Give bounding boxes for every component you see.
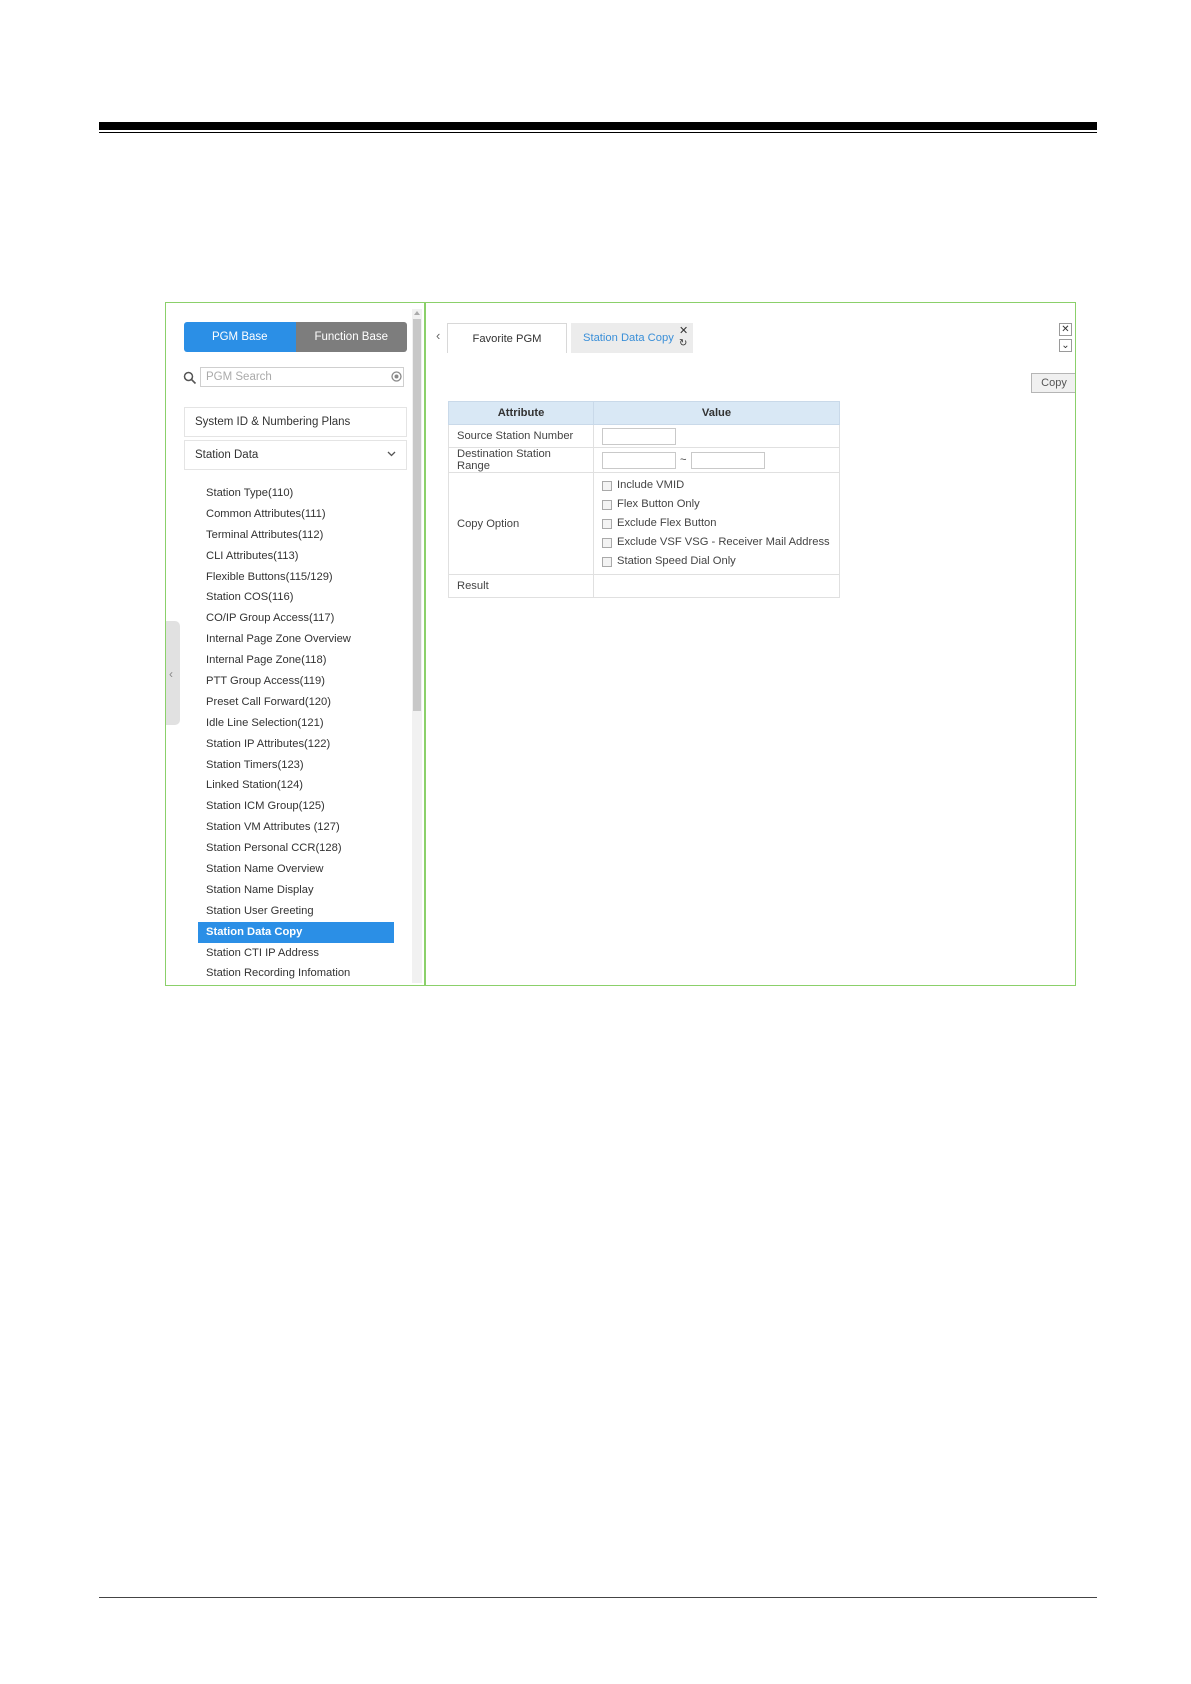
option-exclude-flex-button: Exclude Flex Button bbox=[602, 514, 831, 533]
close-icon[interactable]: ✕ bbox=[1059, 323, 1072, 336]
nav-station-data[interactable]: Station Data bbox=[184, 440, 407, 470]
left-panel: PGM Base Function Base System ID & Numbe… bbox=[166, 303, 424, 985]
list-item[interactable]: Station IP Attributes(122) bbox=[198, 734, 394, 755]
option-label: Include VMID bbox=[617, 479, 685, 491]
option-include-vmid: Include VMID bbox=[602, 476, 831, 495]
app-screenshot-frame: PGM Base Function Base System ID & Numbe… bbox=[165, 302, 1076, 986]
copy-button[interactable]: Copy bbox=[1031, 373, 1075, 393]
chevron-down-icon[interactable]: ⌄ bbox=[1059, 339, 1072, 352]
function-base-button[interactable]: Function Base bbox=[295, 322, 407, 352]
list-item[interactable]: Station VM Attributes (127) bbox=[198, 817, 394, 838]
tab-scroll-left-icon[interactable]: ‹ bbox=[436, 328, 440, 343]
destination-range-end-input[interactable] bbox=[690, 451, 765, 469]
list-item[interactable]: Station Recording Infomation bbox=[198, 963, 394, 984]
list-item[interactable]: CO/IP Group Access(117) bbox=[198, 608, 394, 629]
list-item[interactable]: PTT Group Access(119) bbox=[198, 671, 394, 692]
list-item[interactable]: CLI Attributes(113) bbox=[198, 546, 394, 567]
tab-favorite-pgm[interactable]: Favorite PGM bbox=[447, 323, 567, 353]
list-item[interactable]: Idle Line Selection(121) bbox=[198, 713, 394, 734]
option-label: Exclude Flex Button bbox=[617, 517, 717, 529]
copy-option-cell: Include VMID Flex Button Only Exclude Fl… bbox=[593, 472, 840, 575]
list-item[interactable]: Station CTI IP Address bbox=[198, 943, 394, 964]
flex-button-only-checkbox[interactable] bbox=[602, 499, 612, 510]
page-footer-rule bbox=[99, 1597, 1097, 1598]
pgm-base-button[interactable]: PGM Base bbox=[184, 322, 296, 352]
page-header-rule bbox=[99, 122, 1097, 130]
collapse-panel-handle[interactable]: ‹ bbox=[166, 621, 180, 725]
chevron-left-icon: ‹ bbox=[169, 667, 173, 681]
option-station-speed-dial-only: Station Speed Dial Only bbox=[602, 552, 831, 571]
result-label: Result bbox=[448, 574, 594, 598]
option-label: Exclude VSF VSG - Receiver Mail Address bbox=[617, 536, 830, 548]
scroll-up-icon[interactable] bbox=[414, 311, 420, 315]
result-value bbox=[593, 574, 840, 598]
list-item[interactable]: Station Timers(123) bbox=[198, 755, 394, 776]
destination-range-start-input[interactable] bbox=[602, 451, 676, 469]
list-item[interactable]: Station Name Overview bbox=[198, 859, 394, 880]
exclude-flex-button-checkbox[interactable] bbox=[602, 518, 612, 529]
list-item[interactable]: Terminal Attributes(112) bbox=[198, 525, 394, 546]
nav-system-id-label: System ID & Numbering Plans bbox=[195, 416, 351, 428]
list-item[interactable]: Station ICM Group(125) bbox=[198, 796, 394, 817]
base-toggle: PGM Base Function Base bbox=[184, 322, 407, 352]
list-item[interactable]: Station User Greeting bbox=[198, 901, 394, 922]
include-vmid-checkbox[interactable] bbox=[602, 480, 612, 491]
source-station-input[interactable] bbox=[602, 427, 676, 445]
option-exclude-vsf-vsg: Exclude VSF VSG - Receiver Mail Address bbox=[602, 533, 831, 552]
source-station-label: Source Station Number bbox=[448, 424, 594, 448]
attribute-column-header: Attribute bbox=[448, 401, 594, 425]
table-row: Result bbox=[448, 574, 840, 598]
clear-search-icon[interactable] bbox=[391, 371, 402, 382]
table-row: Copy Option Include VMID Flex Button Onl… bbox=[448, 472, 840, 575]
list-item[interactable]: Internal Page Zone Overview bbox=[198, 629, 394, 650]
table-row: Destination Station Range ~ bbox=[448, 447, 840, 473]
option-flex-button-only: Flex Button Only bbox=[602, 495, 831, 514]
list-item[interactable]: Station Type(110) bbox=[198, 483, 394, 504]
list-item[interactable]: Flexible Buttons(115/129) bbox=[198, 567, 394, 588]
destination-range-label: Destination Station Range bbox=[448, 447, 594, 473]
chevron-down-icon bbox=[387, 451, 396, 457]
list-item[interactable]: Internal Page Zone(118) bbox=[198, 650, 394, 671]
station-speed-dial-only-checkbox[interactable] bbox=[602, 556, 612, 567]
option-label: Flex Button Only bbox=[617, 498, 700, 510]
list-item[interactable]: Common Attributes(111) bbox=[198, 504, 394, 525]
pgm-search-input[interactable] bbox=[200, 367, 404, 387]
table-row: Source Station Number bbox=[448, 424, 840, 448]
list-item[interactable]: Preset Call Forward(120) bbox=[198, 692, 394, 713]
nav-system-id-numbering-plans[interactable]: System ID & Numbering Plans bbox=[184, 407, 407, 437]
tab-station-data-copy[interactable]: Station Data Copy bbox=[571, 323, 693, 353]
destination-range-cell: ~ bbox=[593, 447, 840, 473]
left-panel-scrollbar[interactable] bbox=[412, 309, 422, 983]
nav-station-data-label: Station Data bbox=[195, 449, 259, 461]
station-data-list: Station Type(110) Common Attributes(111)… bbox=[198, 483, 394, 984]
copy-option-label: Copy Option bbox=[448, 472, 594, 575]
refresh-icon[interactable]: ↻ bbox=[679, 338, 687, 349]
list-item[interactable]: Station Personal CCR(128) bbox=[198, 838, 394, 859]
table-header-row: Attribute Value bbox=[448, 401, 840, 425]
list-item[interactable]: Station Name Display bbox=[198, 880, 394, 901]
station-data-copy-table: Attribute Value Source Station Number De… bbox=[448, 401, 840, 598]
list-item[interactable]: Station COS(116) bbox=[198, 587, 394, 608]
option-label: Station Speed Dial Only bbox=[617, 555, 736, 567]
source-station-cell bbox=[593, 424, 840, 448]
scrollbar-thumb[interactable] bbox=[413, 319, 421, 711]
list-item[interactable]: Linked Station(124) bbox=[198, 775, 394, 796]
close-tab-icon[interactable]: ✕ bbox=[679, 324, 688, 337]
exclude-vsf-vsg-checkbox[interactable] bbox=[602, 537, 612, 548]
value-column-header: Value bbox=[593, 401, 840, 425]
page-header-rule-thin bbox=[99, 132, 1097, 133]
range-separator: ~ bbox=[680, 454, 687, 466]
search-icon bbox=[183, 371, 197, 385]
main-content: ‹ Favorite PGM Station Data Copy ✕ ↻ ✕ ⌄… bbox=[426, 303, 1075, 985]
list-item-selected[interactable]: Station Data Copy bbox=[198, 921, 394, 943]
